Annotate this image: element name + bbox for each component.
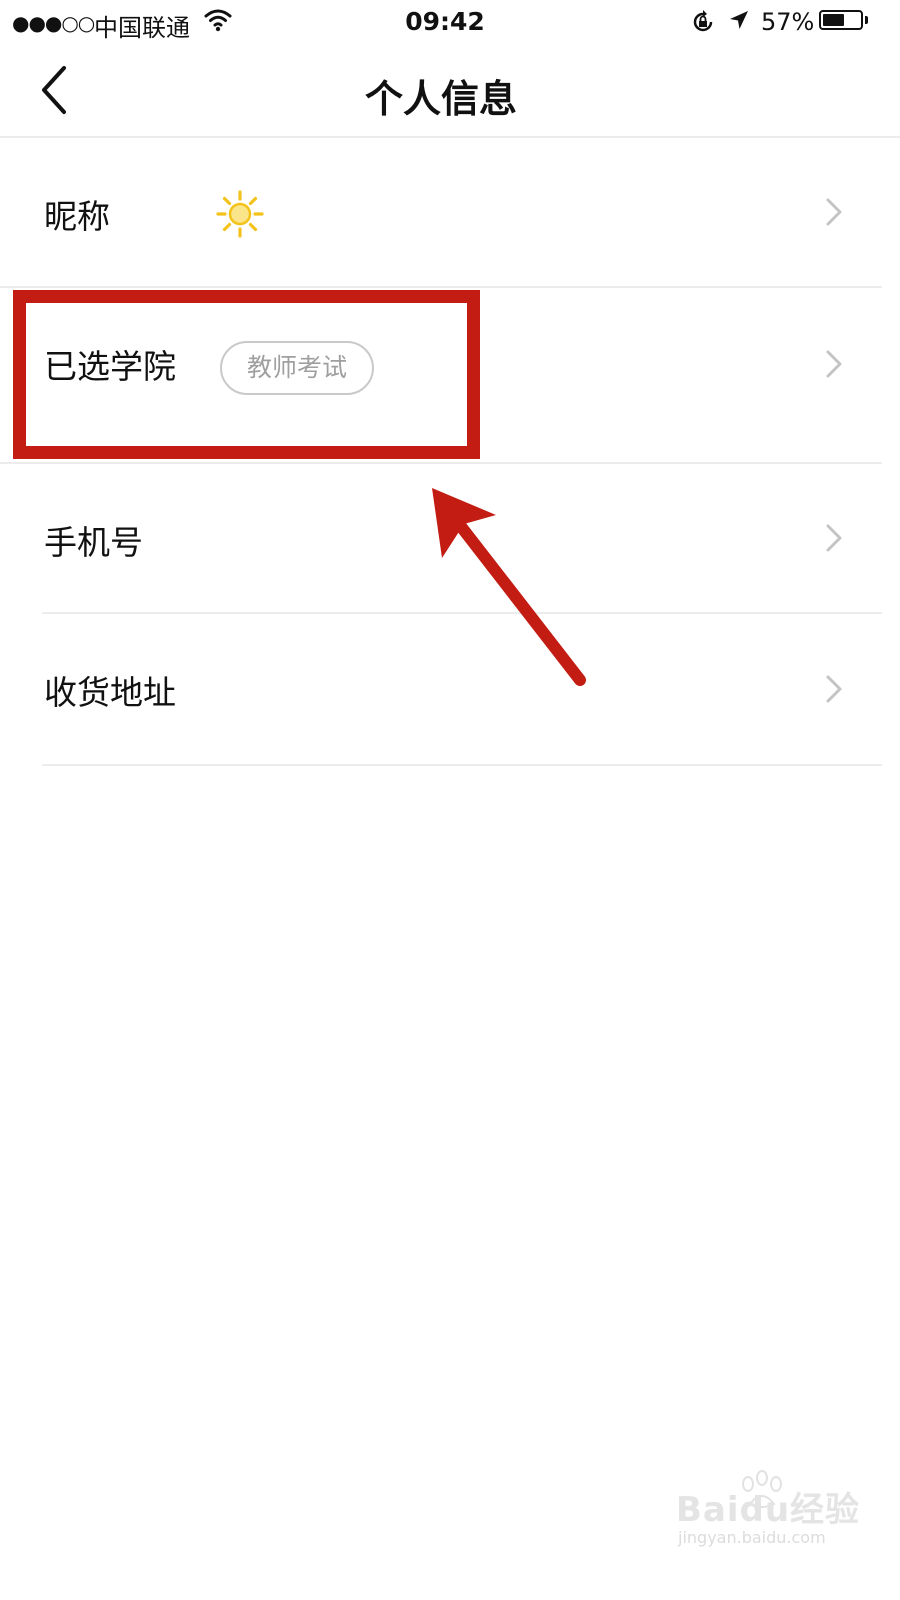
divider — [42, 764, 882, 766]
status-bar: ●●●○○ 中国联通 09:42 57% — [0, 0, 900, 46]
list-item-nickname[interactable]: 昵称 — [0, 138, 882, 286]
rotation-lock-icon — [693, 10, 713, 32]
battery-icon — [819, 10, 863, 30]
nav-bar: 个人信息 — [0, 46, 900, 138]
item-label-nickname: 昵称 — [44, 197, 110, 236]
chevron-right-icon — [826, 350, 842, 378]
sun-emoji-icon — [216, 190, 264, 238]
watermark-url: jingyan.baidu.com — [678, 1528, 826, 1547]
chevron-right-icon — [826, 675, 842, 703]
watermark-text: Baidu经验 — [676, 1490, 861, 1530]
battery-level-fill — [823, 14, 844, 26]
status-time: 09:42 — [405, 7, 485, 36]
item-label-phone: 手机号 — [44, 523, 143, 562]
item-label-shipping-address: 收货地址 — [44, 673, 176, 712]
chevron-right-icon — [826, 198, 842, 226]
page-title: 个人信息 — [364, 77, 517, 121]
list-item-phone[interactable]: 手机号 — [0, 464, 882, 612]
list-item-shipping-address[interactable]: 收货地址 — [0, 614, 882, 764]
location-arrow-icon — [730, 11, 748, 29]
annotation-highlight-box — [13, 290, 480, 459]
chevron-right-icon — [826, 524, 842, 552]
battery-tip — [865, 16, 868, 24]
baidu-jingyan-watermark: Baidu经验 jingyan.baidu.com — [676, 1470, 896, 1560]
battery-percentage: 57% — [761, 8, 815, 36]
